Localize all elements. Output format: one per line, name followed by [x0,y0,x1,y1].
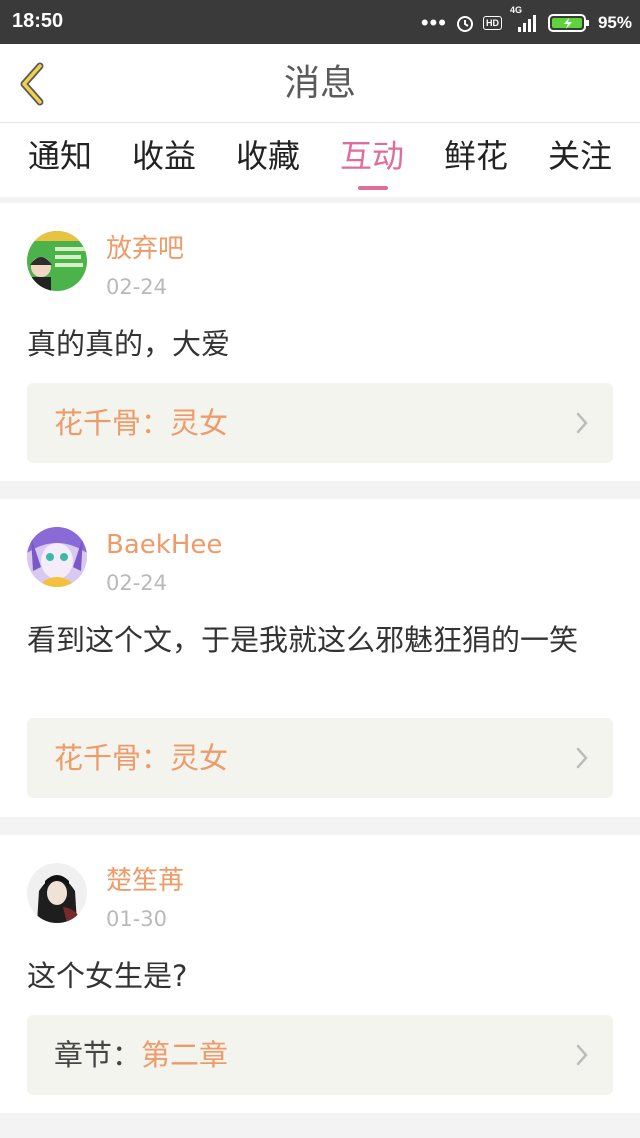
tab-flowers[interactable]: 鲜花 [431,136,521,176]
reference-link[interactable]: 章节：第二章 [27,1015,613,1095]
tab-earnings[interactable]: 收益 [119,136,209,176]
active-tab-indicator [358,186,388,190]
tab-interactions[interactable]: 互动 [327,136,417,176]
network-type: 4G [509,5,522,15]
username[interactable]: 楚笙苒 [106,865,184,897]
battery-icon [547,13,590,33]
alarm-icon [455,13,475,33]
more-dots-icon: ••• [420,10,447,35]
reference-text: 花千骨：灵女 [54,404,228,442]
reference-label: 花千骨： [54,741,171,775]
post-date: 02-24 [106,571,168,595]
top-bar: 消息 [0,44,640,123]
chevron-right-icon [576,1044,588,1066]
reference-link[interactable]: 花千骨：灵女 [27,718,613,798]
hd-badge: HD [482,16,502,30]
battery-percent: 95% [597,13,632,32]
comment-text: 看到这个文，于是我就这么邪魅狂狷的一笑 [27,623,579,657]
reference-title: 第二章 [141,1038,229,1072]
avatar[interactable] [27,231,87,291]
reference-text: 花千骨：灵女 [54,739,228,777]
chevron-right-icon [576,747,588,769]
chevron-right-icon [576,412,588,434]
comment-text: 这个女生是? [27,959,188,993]
post-date: 01-30 [106,907,168,931]
list-item: 放弃吧 02-24 真的真的，大爱 花千骨：灵女 [0,203,640,481]
username[interactable]: BaekHee [106,529,222,561]
tab-following[interactable]: 关注 [535,136,625,176]
avatar[interactable] [27,527,87,587]
tab-favorites[interactable]: 收藏 [223,136,313,176]
avatar[interactable] [27,863,87,923]
status-time: 18:50 [12,10,64,32]
username[interactable]: 放弃吧 [106,233,184,265]
signal-icon: 4G [510,5,540,33]
reference-title: 灵女 [170,406,229,440]
reference-text: 章节：第二章 [54,1036,228,1074]
status-icons: ••• HD 4G 95% [420,5,632,36]
list-item: BaekHee 02-24 看到这个文，于是我就这么邪魅狂狷的一笑 花千骨：灵女 [0,499,640,817]
reference-title: 灵女 [170,741,229,775]
reference-link[interactable]: 花千骨：灵女 [27,383,613,463]
comment-text: 真的真的，大爱 [27,327,231,361]
tab-notifications[interactable]: 通知 [15,136,105,176]
page-title: 消息 [283,63,356,104]
status-bar: 18:50 ••• HD 4G 95% [0,0,640,44]
tab-bar: 通知 收益 收藏 互动 鲜花 关注 [0,123,640,197]
reference-label: 花千骨： [54,406,171,440]
post-date: 02-24 [106,275,168,299]
reference-label: 章节： [54,1038,142,1072]
list-item: 楚笙苒 01-30 这个女生是? 章节：第二章 [0,835,640,1113]
